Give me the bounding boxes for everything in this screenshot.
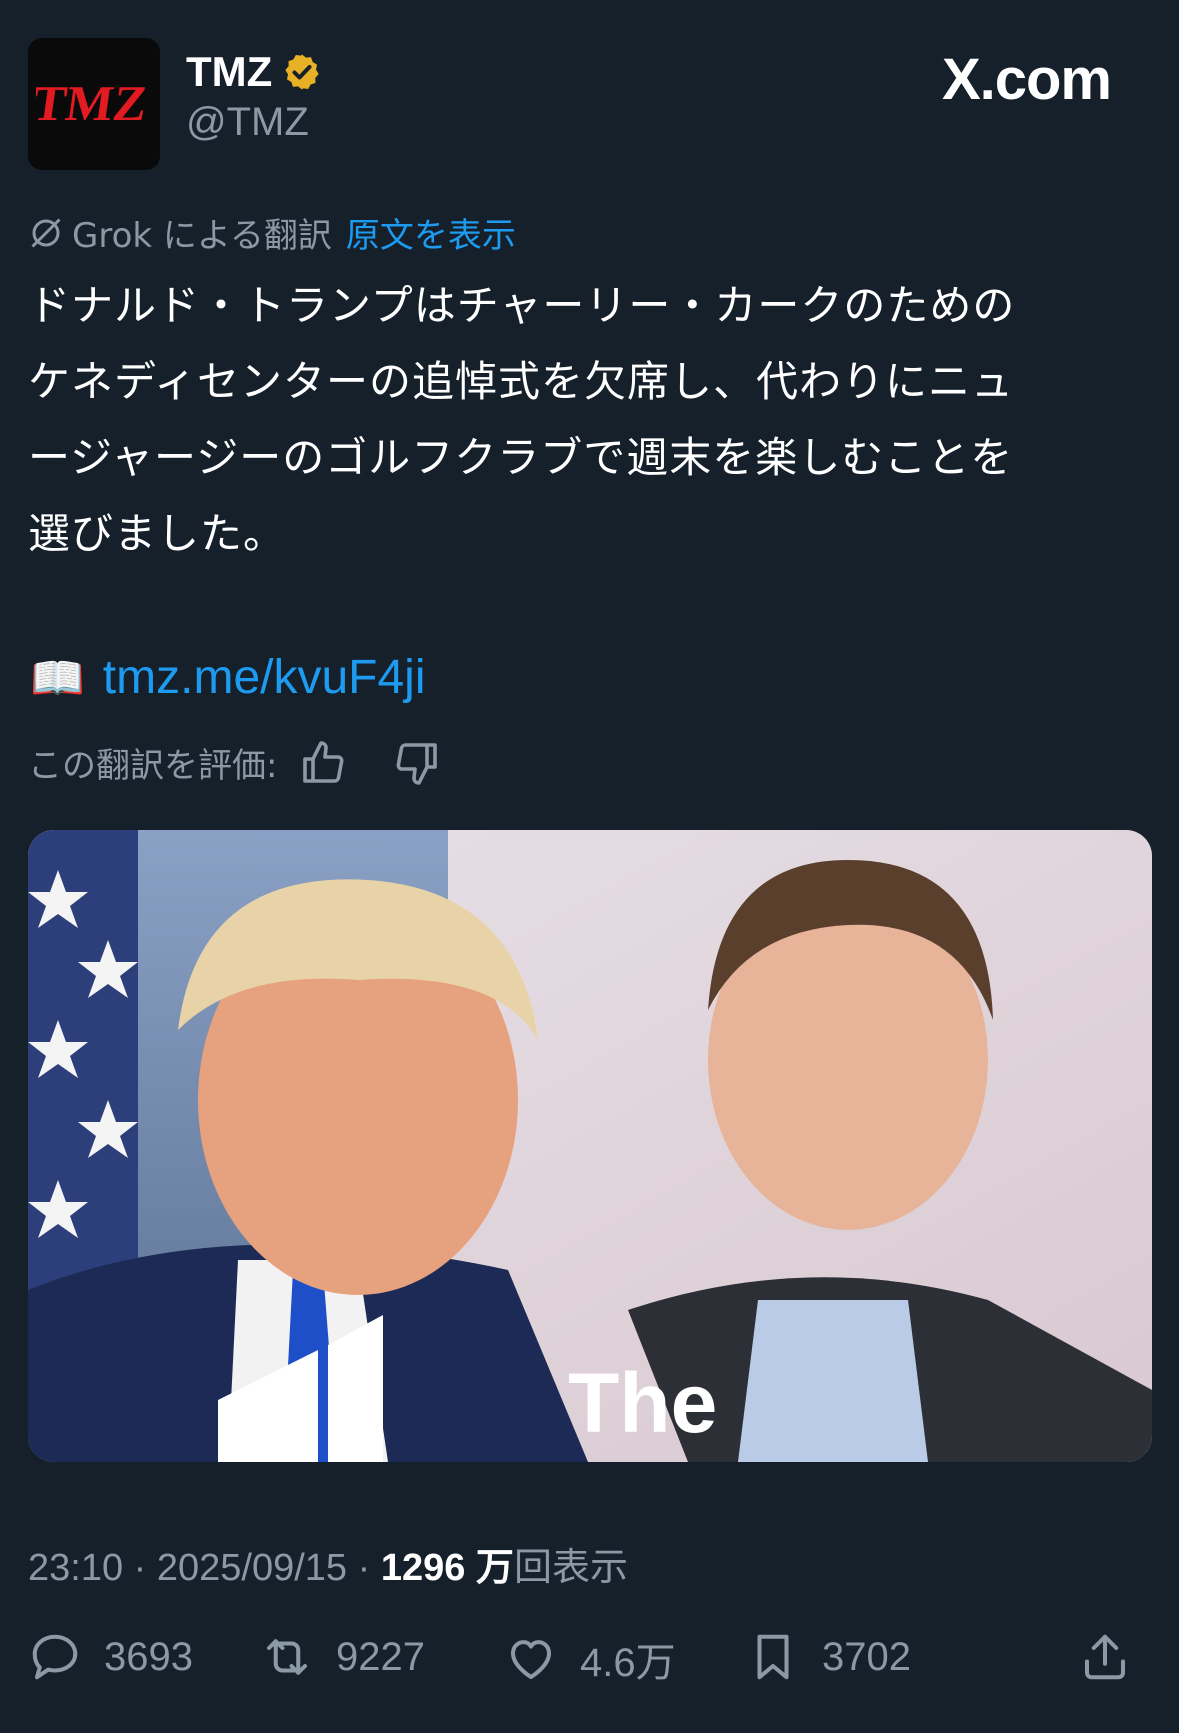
rate-translation-row: この翻訳を評価: [28,738,441,787]
heart-icon [510,1640,552,1680]
view-count-label: 回表示 [513,1547,628,1589]
tweet-time: 23:10 [28,1547,124,1589]
reply-icon [32,1634,78,1680]
repost-count: 9227 [336,1634,425,1679]
translation-provider-label: Grok による翻訳 [72,216,332,256]
tweet-meta: 23:10 · 2025/09/15 · 1296 万回表示 [28,1536,628,1591]
share-button[interactable] [1078,1630,1132,1684]
bookmark-icon [757,1634,789,1680]
tweet-actions: 3693 9227 4.6万 3702 [28,1630,1148,1694]
like-count: 4.6万 [580,1641,676,1685]
tweet-text-line: ドナルド・トランプはチャーリー・カークのための [28,281,1016,330]
repost-button[interactable]: 9227 [260,1630,425,1684]
media-overlay-text: The [568,1356,717,1450]
avatar[interactable]: TMZ [28,38,160,170]
open-book-icon: 📖 [30,652,85,704]
translation-bar: Grok による翻訳 原文を表示 [28,208,516,257]
tweet-media-image[interactable]: The [28,830,1152,1462]
tweet-link[interactable]: tmz.me/kvuF4ji [103,650,426,705]
bookmark-button[interactable]: 3702 [746,1630,911,1684]
rate-translation-label: この翻訳を評価: [28,746,278,786]
reply-count: 3693 [104,1634,193,1679]
author-name[interactable]: TMZ [186,48,272,96]
media-illustration: The [28,830,1152,1462]
repost-icon [266,1639,308,1675]
bookmark-count: 3702 [822,1634,911,1679]
tmz-logo: TMZ [36,75,151,131]
share-icon [1084,1634,1126,1680]
reply-button[interactable]: 3693 [28,1630,193,1684]
tweet-text-line: 選びました。 [28,509,287,558]
meta-separator: · [357,1547,381,1589]
author-handle[interactable]: @TMZ [186,100,322,145]
meta-separator: · [133,1547,157,1589]
thumbs-down-icon[interactable] [393,739,441,787]
author-block[interactable]: TMZ @TMZ [186,48,322,145]
tweet-date: 2025/09/15 [156,1547,348,1589]
grok-icon [31,217,61,248]
tweet-text-line: ケネディセンターの追悼式を欠席し、代わりにニュ [28,357,1015,406]
view-count: 1296 万 [380,1547,514,1589]
tmz-logo-text: TMZ [36,75,151,131]
tweet-header: TMZ TMZ @TMZ X.com [28,38,1151,170]
site-watermark: X.com [941,47,1112,112]
verified-badge-icon [285,54,319,90]
tweet-text: ドナルド・トランプはチャーリー・カークのための ケネディセンターの追悼式を欠席し… [28,268,1148,572]
like-button[interactable]: 4.6万 [504,1630,676,1688]
translation-provider: Grok による翻訳 [28,208,332,257]
author-name-row[interactable]: TMZ [186,48,322,96]
tweet-text-line: ージャージーのゴルフクラブで週末を楽しむことを [28,433,1014,482]
show-original-link[interactable]: 原文を表示 [346,208,516,257]
tweet-link-row: 📖 tmz.me/kvuF4ji [30,650,426,705]
thumbs-up-icon[interactable] [299,739,347,787]
